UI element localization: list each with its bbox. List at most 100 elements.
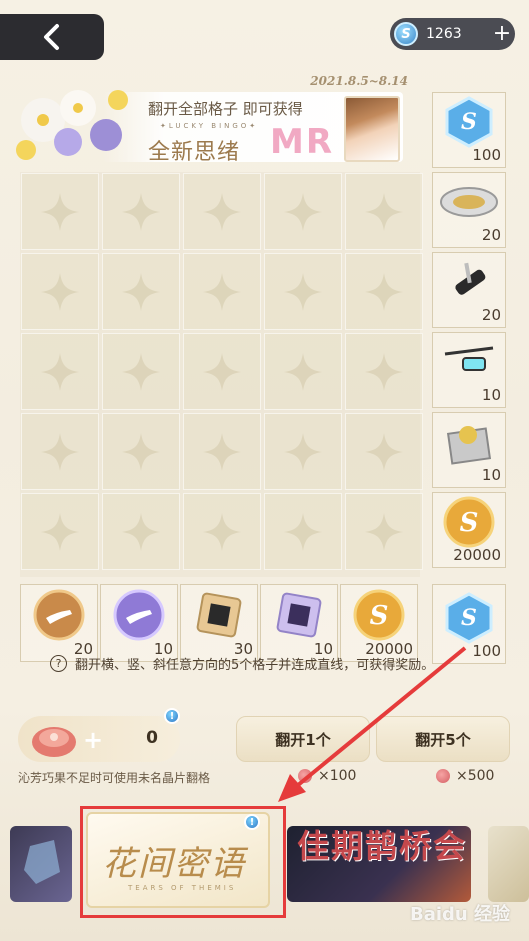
sparkle-icon — [41, 272, 79, 311]
cookie-count: 0 — [146, 728, 158, 748]
bingo-cell[interactable] — [345, 413, 423, 490]
sparkle-icon — [41, 432, 79, 471]
bingo-cell[interactable] — [345, 253, 423, 330]
crystal-s-icon: S — [443, 96, 495, 152]
bingo-cell[interactable] — [21, 333, 99, 410]
purple-pipe-coin-icon — [112, 588, 166, 646]
bingo-cell[interactable] — [183, 253, 261, 330]
sparkle-icon — [365, 432, 403, 471]
sparkle-icon — [365, 352, 403, 391]
bingo-cell[interactable] — [183, 413, 261, 490]
currency-amount: 1263 — [426, 26, 462, 42]
gold-coin-icon: S — [352, 588, 406, 646]
bingo-cell[interactable] — [102, 333, 180, 410]
add-cookie-button[interactable]: + — [83, 728, 103, 752]
banner-subtitle: ✦LUCKY BINGO✦ — [160, 122, 259, 130]
reward-count: 20000 — [453, 546, 501, 564]
bingo-cell[interactable] — [21, 493, 99, 570]
sparkle-icon — [284, 512, 322, 551]
bingo-cell[interactable] — [21, 173, 99, 250]
character-portrait — [344, 96, 400, 162]
bingo-cell[interactable] — [183, 173, 261, 250]
cookie-icon — [32, 727, 76, 757]
side-reward-cell[interactable]: 20 — [432, 252, 506, 328]
bingo-cell[interactable] — [264, 413, 342, 490]
bingo-cell[interactable] — [345, 493, 423, 570]
sparkle-icon — [284, 192, 322, 231]
currency-display: S 1263 + — [390, 18, 515, 50]
sparkle-icon — [41, 512, 79, 551]
svg-text:S: S — [370, 601, 389, 631]
event-card-queqiao[interactable]: 佳期鹊桥会 — [287, 826, 471, 902]
side-reward-cell[interactable]: 10 — [432, 332, 506, 408]
bingo-cell[interactable] — [264, 333, 342, 410]
bingo-cell[interactable] — [264, 493, 342, 570]
row-reward-cell[interactable]: 10 — [100, 584, 178, 662]
bingo-cell[interactable] — [264, 173, 342, 250]
reward-count: 10 — [481, 386, 501, 404]
crystal-icon — [24, 840, 60, 884]
sparkle-icon — [122, 272, 160, 311]
flowers-decoration-icon — [16, 90, 128, 160]
glasses-icon — [441, 344, 497, 384]
sparkle-icon — [203, 192, 241, 231]
cookie-counter[interactable]: + 0 — [18, 716, 180, 762]
side-reward-cell[interactable]: 10 — [432, 412, 506, 488]
row-reward-cell[interactable]: 20 — [20, 584, 98, 662]
sparkle-icon — [365, 272, 403, 311]
sparkle-icon — [41, 352, 79, 391]
add-currency-button[interactable]: + — [489, 23, 515, 45]
sparkle-icon — [284, 272, 322, 311]
gold-chip-icon — [192, 588, 246, 646]
crystal-s-icon: S — [445, 592, 493, 644]
sparkle-icon — [284, 352, 322, 391]
question-icon[interactable]: ? — [50, 655, 67, 672]
sparkle-icon — [41, 192, 79, 231]
bingo-cell[interactable] — [21, 253, 99, 330]
side-reward-cell[interactable]: S 20000 — [432, 492, 506, 568]
pocket-knife-icon — [444, 257, 494, 311]
event-card-prev[interactable] — [10, 826, 72, 902]
row-reward-cell[interactable]: 30 — [180, 584, 258, 662]
reward-count: 100 — [472, 146, 501, 164]
bingo-cell[interactable] — [102, 413, 180, 490]
banner-headline: 翻开全部格子 即可获得 — [148, 100, 303, 118]
back-button[interactable] — [0, 14, 104, 60]
bingo-cell[interactable] — [21, 413, 99, 490]
gold-pipe-coin-icon — [32, 588, 86, 646]
event-card-next[interactable] — [488, 826, 529, 902]
svg-text:S: S — [460, 508, 479, 538]
bingo-cell[interactable] — [345, 333, 423, 410]
event-banner: 2021.8.5~8.14 翻开全部格子 即可获得 ✦LUCKY BINGO✦ … — [8, 74, 418, 168]
cookie-hint-text: 沁芳巧果不足时可使用未名晶片翻格 — [18, 771, 211, 785]
bingo-cell[interactable] — [183, 493, 261, 570]
sparkle-icon — [122, 512, 160, 551]
sparkle-icon — [203, 512, 241, 551]
sparkle-icon — [284, 432, 322, 471]
banner-date-range: 2021.8.5~8.14 — [310, 74, 408, 88]
tray-icon — [439, 182, 499, 226]
bingo-cell[interactable] — [102, 173, 180, 250]
sparkle-icon — [365, 512, 403, 551]
bingo-cell[interactable] — [345, 173, 423, 250]
svg-text:S: S — [461, 109, 477, 135]
notice-badge-icon: ! — [164, 708, 180, 724]
sparkle-icon — [203, 352, 241, 391]
side-reward-cell[interactable]: 20 — [432, 172, 506, 248]
highlight-annotation — [80, 806, 286, 918]
sparkle-icon — [203, 272, 241, 311]
purple-chip-icon — [272, 588, 326, 646]
bingo-cell[interactable] — [102, 253, 180, 330]
gold-coin-icon: S — [442, 495, 496, 553]
side-reward-cell[interactable]: S 100 — [432, 92, 506, 168]
bingo-cell[interactable] — [102, 493, 180, 570]
bingo-cell[interactable] — [264, 253, 342, 330]
red-arrow-annotation-icon — [278, 646, 467, 802]
sparkle-icon — [365, 192, 403, 231]
sparkle-icon — [122, 352, 160, 391]
reward-count: 10 — [481, 466, 501, 484]
bingo-cell[interactable] — [183, 333, 261, 410]
sparkle-icon — [203, 432, 241, 471]
event-title-queqiao: 佳期鹊桥会 — [297, 827, 468, 865]
banner-badge: MR — [270, 122, 335, 162]
